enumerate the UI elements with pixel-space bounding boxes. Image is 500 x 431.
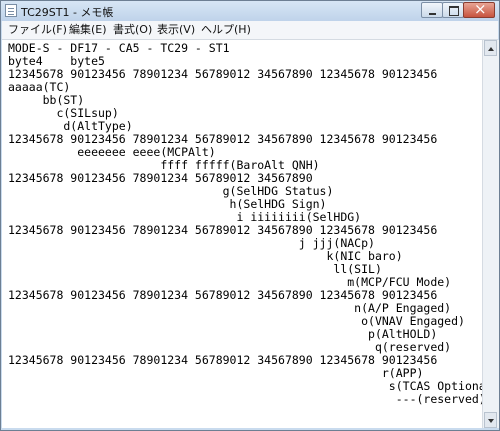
window-title: TC29ST1 - メモ帳 bbox=[21, 6, 114, 19]
scroll-down-icon[interactable] bbox=[484, 412, 497, 428]
menu-file[interactable]: ファイル(F) bbox=[8, 23, 67, 36]
scroll-up-icon[interactable] bbox=[484, 40, 497, 56]
vertical-scrollbar[interactable] bbox=[482, 40, 499, 428]
menu-edit[interactable]: 編集(E) bbox=[69, 23, 107, 36]
menu-help[interactable]: ヘルプ(H) bbox=[201, 23, 251, 36]
text-line: 12345678 90123456 78901234 56789012 3456… bbox=[8, 67, 438, 81]
title-bar[interactable]: TC29ST1 - メモ帳 bbox=[1, 1, 499, 21]
menu-format[interactable]: 書式(O) bbox=[113, 23, 152, 36]
maximize-button[interactable] bbox=[442, 2, 464, 18]
notepad-window: TC29ST1 - メモ帳 ファイル(F) 編集(E) 書式(O) 表示(V) … bbox=[0, 0, 500, 431]
menu-view[interactable]: 表示(V) bbox=[157, 23, 195, 36]
close-button[interactable] bbox=[463, 1, 495, 18]
text-editor[interactable]: MODE-S - DF17 - CA5 - TC29 - ST1 byte4 b… bbox=[2, 40, 482, 428]
menu-bar: ファイル(F) 編集(E) 書式(O) 表示(V) ヘルプ(H) bbox=[2, 21, 498, 40]
minimize-button[interactable] bbox=[421, 2, 443, 18]
text-line: ---(reserved) bbox=[8, 392, 482, 406]
notepad-icon bbox=[5, 4, 17, 17]
